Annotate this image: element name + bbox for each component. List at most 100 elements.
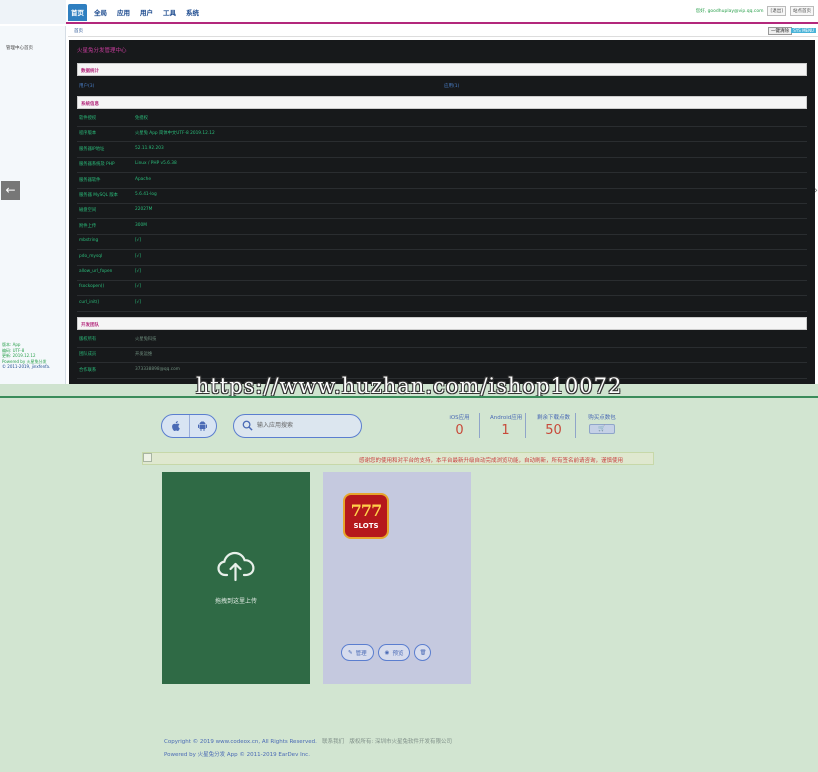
sidebar-item-dashboard[interactable]: 管理中心首页 [6,45,33,51]
team-row-key: 版权所有 [79,337,97,342]
sys-row-divider [77,141,807,143]
search-icon[interactable] [242,420,253,431]
manage-button[interactable]: ✎ 管理 [341,644,374,661]
sys-row-value: [√] [135,253,142,259]
stat-users-link[interactable]: 用户(3) [79,83,94,89]
sys-row-divider [77,172,807,174]
info-copyright: © 2011-2019, jinxfenfa. [2,364,51,369]
app-card-actions: ✎ 管理 ◉ 预览 🗑 [341,644,432,661]
stat-android-value: 1 [501,423,510,438]
menu-tag-button[interactable]: SYS MENU [791,28,816,33]
sys-row-value: 22027M [135,207,153,213]
admin-logo-area [0,0,66,24]
trash-icon: 🗑 [419,649,427,656]
nav-users[interactable]: 用户 [137,4,156,21]
admin-user-label: 您好, goodhuplay@vip.qq.com [695,9,764,14]
sys-row-divider [77,218,807,220]
team-row-value: 火星兔科技 [135,337,157,342]
notice-bar: 感谢您的使用和对平台的支持，本平台最新升级自动完成浏览功能，自动刷新，所有签名前… [142,452,654,465]
footer-owner: 版权所有: 深圳市火星兔软件开发有限公司 [349,739,452,745]
stat-buy: 购买点数包 🛒 [582,413,622,438]
nav-global[interactable]: 全局 [91,4,110,21]
team-row-value: 373338898@qq.com [135,366,180,372]
app-icon-sevens: 777 [350,501,382,520]
android-icon[interactable] [188,415,217,437]
sys-row-value: [√] [135,299,142,305]
sys-row-key: 磁盘空间 [79,208,97,214]
sys-row-key: curl_init() [79,299,100,305]
manage-label: 管理 [355,650,367,657]
team-row-divider [77,362,807,364]
cart-icon[interactable]: 🛒 [589,424,615,434]
stat-ios: iOS应用 0 [440,413,480,438]
admin-user-bar: 您好, goodhuplay@vip.qq.com [退出] 站点首页 [696,6,814,16]
team-row-value: 开发运维 [135,352,153,358]
search-input[interactable] [257,418,352,433]
breadcrumb[interactable]: 首页 [74,28,83,34]
team-row-key: 合作联系 [79,367,97,373]
stat-points: 剩余下载点数 50 [532,413,576,438]
footer-line-1: Copyright © 2019 www.codeox.cn, All Righ… [164,736,452,749]
admin-nav: 首页 全局 应用 用户 工具 系统 [68,4,202,21]
team-row-divider [77,347,807,348]
panel-title: 火星兔分发管理中心 [77,48,127,54]
nav-tools[interactable]: 工具 [160,4,179,21]
sys-row-key: 服务器IP地址 [79,146,105,152]
sys-row-value: 52.11.92.203 [135,145,164,151]
sys-row-divider [77,203,807,204]
stat-ios-value: 0 [455,423,464,438]
sys-row-value: 5.6.41-log [135,192,157,197]
admin-header: 首页 全局 应用 用户 工具 系统 您好, goodhuplay@vip.qq.… [0,0,818,24]
sys-row-divider [77,233,807,235]
sys-row-key: allow_url_fopen [79,269,113,274]
upload-dropzone[interactable]: 拖拽到这里上传 [162,472,310,684]
nav-apps[interactable]: 应用 [114,4,133,21]
admin-main-panel: 火星兔分发管理中心 数据统计 用户(3) 应用(1) 系统信息 软件授权 免授权程… [69,40,815,384]
sys-row-value: Linux / PHP v5.6.38 [135,161,177,167]
logout-button[interactable]: [退出] [767,6,786,16]
sys-row-value: 免授权 [135,116,148,121]
stat-apps-link[interactable]: 应用(1) [444,83,459,89]
delete-button[interactable]: 🗑 [414,644,432,661]
apple-icon[interactable] [162,415,189,437]
footer-contact-link[interactable]: 联系我们 [322,739,344,745]
sys-row-value: [√] [135,284,142,290]
eye-icon: ◉ [384,649,390,656]
page-footer: Copyright © 2019 www.codeox.cn, All Righ… [164,736,452,762]
account-stats: iOS应用 0 Android应用 1 剩余下载点数 50 购买点数包 🛒 [440,413,628,438]
sys-row-divider [77,249,807,251]
sys-row-key: mbstring [79,238,99,244]
nav-system[interactable]: 系统 [183,4,202,21]
footer-copyright: Copyright © 2019 www.codeox.cn, All Righ… [164,739,317,745]
broken-image-icon [143,453,152,462]
stat-android: Android应用 1 [486,413,526,438]
buy-points-label: 购买点数包 [588,415,616,421]
footer-powered: Powered by 火星兔分发 App © 2011-2019 EarDev … [164,752,310,758]
sys-row-divider [77,310,807,312]
sys-row-divider [77,187,807,189]
sys-row-key: 服务器软件 [79,177,101,183]
preview-button[interactable]: ◉ 预览 [377,644,411,661]
app-dashboard: iOS应用 0 Android应用 1 剩余下载点数 50 购买点数包 🛒 感谢… [0,398,818,772]
sys-row-key: 服务器 MySQL 版本 [79,193,118,198]
sys-row-value: [√] [135,269,142,274]
sidebar-version-info: 版本: App 编码: UTF-8 更新: 2019.12.12 Powered… [2,342,50,370]
sys-row-divider [77,280,807,281]
slots-app-icon[interactable]: 777 SLOTS [343,493,389,539]
admin-sidebar: 管理中心首页 版本: App 编码: UTF-8 更新: 2019.12.12 … [0,26,66,384]
watermark-text: https://www.huzhan.com/ishop10072 [195,374,623,398]
arrow-left-icon[interactable]: ← [1,181,20,200]
site-home-button[interactable]: 站点首页 [790,6,814,16]
section-dev-team: 开发团队 [77,317,807,330]
sys-row-value: 火星兔 App 简体中文UTF-8 2019.12.12 [135,131,215,137]
team-row-key: 团队成员 [79,352,97,358]
breadcrumb-bar: 首页 一键清除 SYS MENU [68,26,818,37]
sys-row-value: Apache [135,176,152,182]
admin-screenshot: 首页 全局 应用 用户 工具 系统 您好, goodhuplay@vip.qq.… [0,0,818,384]
notice-text: 感谢您的使用和对平台的支持，本平台最新升级自动完成浏览功能，自动刷新，所有签名前… [358,458,623,464]
app-icon-slots: SLOTS [353,522,379,530]
nav-home[interactable]: 首页 [68,4,87,21]
clear-cache-button[interactable]: 一键清除 [768,27,792,35]
preview-label: 预览 [392,650,404,657]
platform-toggle [161,414,217,438]
